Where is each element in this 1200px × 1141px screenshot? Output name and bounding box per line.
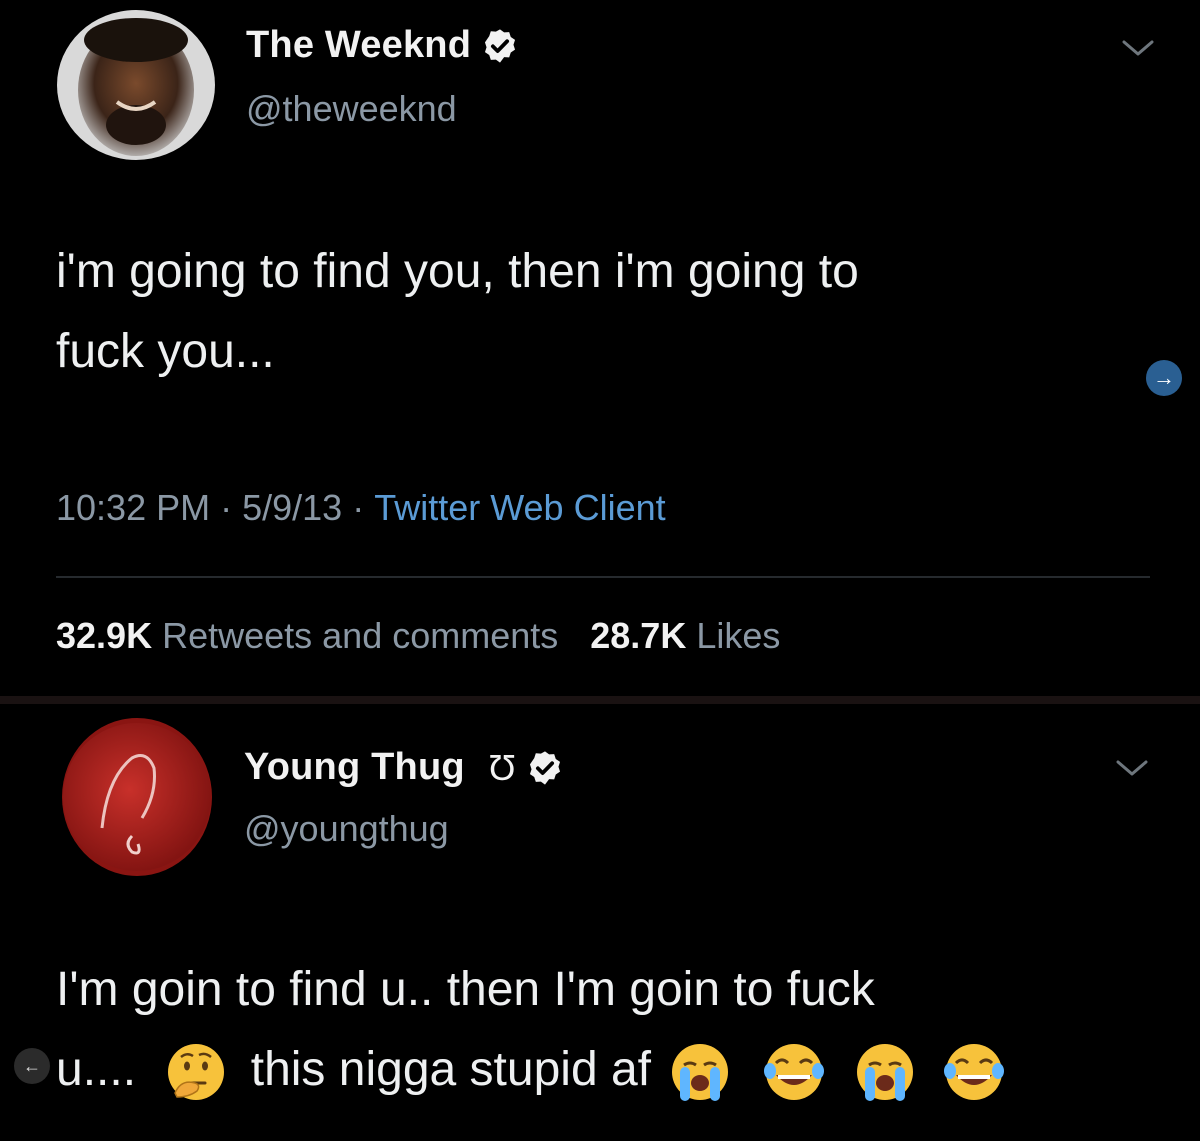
tweet-the-weeknd: The Weeknd @theweeknd i'm going to find … (0, 0, 1200, 700)
verified-badge-icon (529, 750, 560, 785)
tweet-time[interactable]: 10:32 PM (56, 487, 210, 529)
tweet-text: i'm going to find you, then i'm going to… (56, 232, 1146, 392)
tweet-client-link[interactable]: Twitter Web Client (374, 487, 665, 529)
chevron-down-icon[interactable] (1118, 34, 1158, 62)
likes-label: Likes (696, 615, 781, 656)
tweet-text: I'm goin to find u.. then I'm goin to fu… (56, 950, 1146, 1110)
arrow-right-icon[interactable]: → (1146, 360, 1182, 396)
avatar[interactable] (62, 718, 212, 876)
likes-count: 28.7K (590, 615, 687, 656)
tweet-meta: 10:32 PM · 5/9/13 · Twitter Web Client (56, 487, 666, 529)
avatar[interactable] (57, 10, 215, 160)
tweet-text-part: u.... (56, 1043, 137, 1096)
display-name[interactable]: The Weeknd (246, 24, 471, 67)
author-name-row: The Weeknd (246, 24, 519, 67)
loudly-crying-face-emoji (857, 1044, 914, 1102)
display-name[interactable]: Young Thug (244, 746, 465, 789)
tweet-young-thug: Young Thug Ʊ @youngthug I'm goin to find… (0, 702, 1200, 1141)
likes-stat[interactable]: 28.7K Likes (590, 615, 780, 657)
tweet-text-line: fuck you... (56, 325, 275, 378)
loudly-crying-face-emoji (672, 1044, 729, 1102)
tweet-text-line: I'm goin to find u.. then I'm goin to fu… (56, 963, 875, 1016)
chevron-down-icon[interactable] (1112, 754, 1152, 782)
handle[interactable]: @youngthug (244, 808, 449, 850)
retweets-stat[interactable]: 32.9K Retweets and comments (56, 615, 558, 657)
tweet-date[interactable]: 5/9/13 (242, 487, 342, 529)
tweet-text-line: u.... this nigga stupid af (56, 1030, 1146, 1110)
retweets-label: Retweets and comments (162, 615, 559, 656)
thinking-face-emoji (168, 1044, 225, 1101)
meta-separator: · (342, 487, 375, 528)
divider (56, 576, 1150, 578)
author-name-row: Young Thug Ʊ (244, 746, 564, 789)
verified-badge-icon (485, 28, 516, 63)
meta-separator: · (210, 487, 243, 528)
retweets-count: 32.9K (56, 615, 153, 656)
arrow-left-icon[interactable]: ← (14, 1048, 50, 1084)
tweet-text-part: this nigga stupid af (250, 1043, 651, 1096)
tweet-stats: 32.9K Retweets and comments 28.7K Likes (56, 615, 800, 657)
tweet-text-line: i'm going to find you, then i'm going to (56, 245, 859, 298)
face-with-tears-of-joy-emoji (763, 1044, 824, 1101)
handle[interactable]: @theweeknd (246, 88, 457, 130)
face-with-tears-of-joy-emoji (944, 1044, 1005, 1101)
name-symbol: Ʊ (488, 746, 516, 788)
